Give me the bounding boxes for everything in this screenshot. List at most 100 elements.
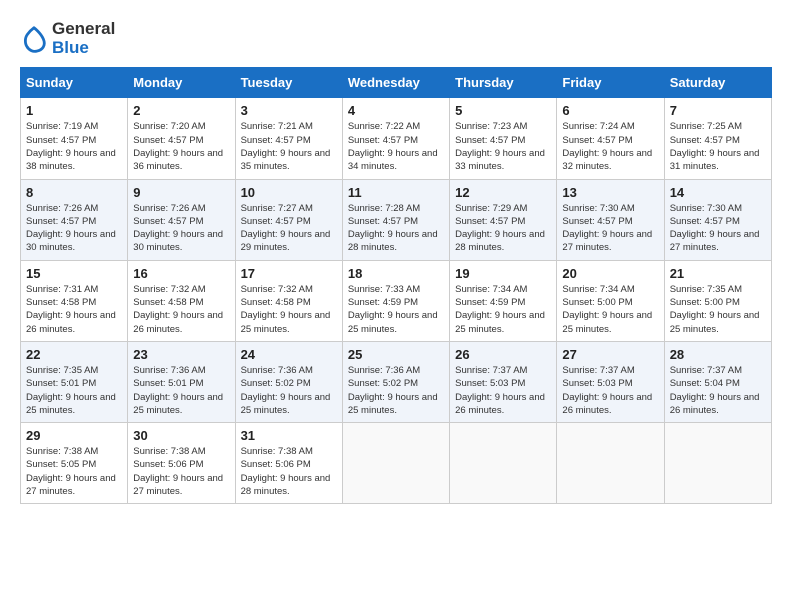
calendar-cell: 4 Sunrise: 7:22 AMSunset: 4:57 PMDayligh… [342, 98, 449, 179]
calendar-cell: 7 Sunrise: 7:25 AMSunset: 4:57 PMDayligh… [664, 98, 771, 179]
calendar-cell: 28 Sunrise: 7:37 AMSunset: 5:04 PMDaylig… [664, 341, 771, 422]
day-number: 28 [670, 347, 766, 362]
day-info: Sunrise: 7:26 AMSunset: 4:57 PMDaylight:… [26, 203, 116, 254]
calendar-header-row: SundayMondayTuesdayWednesdayThursdayFrid… [21, 68, 772, 98]
day-number: 31 [241, 428, 337, 443]
day-number: 17 [241, 266, 337, 281]
calendar-week-row: 15 Sunrise: 7:31 AMSunset: 4:58 PMDaylig… [21, 260, 772, 341]
day-info: Sunrise: 7:36 AMSunset: 5:02 PMDaylight:… [241, 365, 331, 416]
day-info: Sunrise: 7:21 AMSunset: 4:57 PMDaylight:… [241, 121, 331, 172]
calendar-cell: 5 Sunrise: 7:23 AMSunset: 4:57 PMDayligh… [450, 98, 557, 179]
day-info: Sunrise: 7:38 AMSunset: 5:05 PMDaylight:… [26, 446, 116, 497]
day-number: 11 [348, 185, 444, 200]
day-info: Sunrise: 7:34 AMSunset: 4:59 PMDaylight:… [455, 284, 545, 335]
calendar-cell [557, 423, 664, 504]
day-number: 16 [133, 266, 229, 281]
day-number: 5 [455, 103, 551, 118]
day-number: 26 [455, 347, 551, 362]
day-number: 13 [562, 185, 658, 200]
calendar-cell: 9 Sunrise: 7:26 AMSunset: 4:57 PMDayligh… [128, 179, 235, 260]
day-number: 30 [133, 428, 229, 443]
day-number: 4 [348, 103, 444, 118]
calendar-cell: 10 Sunrise: 7:27 AMSunset: 4:57 PMDaylig… [235, 179, 342, 260]
day-info: Sunrise: 7:20 AMSunset: 4:57 PMDaylight:… [133, 121, 223, 172]
calendar-header-thursday: Thursday [450, 68, 557, 98]
logo-text-line1: General [52, 20, 115, 39]
calendar-cell: 18 Sunrise: 7:33 AMSunset: 4:59 PMDaylig… [342, 260, 449, 341]
day-info: Sunrise: 7:37 AMSunset: 5:03 PMDaylight:… [455, 365, 545, 416]
calendar-body: 1 Sunrise: 7:19 AMSunset: 4:57 PMDayligh… [21, 98, 772, 504]
day-number: 21 [670, 266, 766, 281]
day-number: 10 [241, 185, 337, 200]
calendar-cell: 21 Sunrise: 7:35 AMSunset: 5:00 PMDaylig… [664, 260, 771, 341]
calendar-cell: 30 Sunrise: 7:38 AMSunset: 5:06 PMDaylig… [128, 423, 235, 504]
calendar-cell: 19 Sunrise: 7:34 AMSunset: 4:59 PMDaylig… [450, 260, 557, 341]
day-number: 14 [670, 185, 766, 200]
calendar-cell: 1 Sunrise: 7:19 AMSunset: 4:57 PMDayligh… [21, 98, 128, 179]
calendar-cell [450, 423, 557, 504]
calendar-cell: 23 Sunrise: 7:36 AMSunset: 5:01 PMDaylig… [128, 341, 235, 422]
day-number: 15 [26, 266, 122, 281]
calendar-cell: 17 Sunrise: 7:32 AMSunset: 4:58 PMDaylig… [235, 260, 342, 341]
day-info: Sunrise: 7:33 AMSunset: 4:59 PMDaylight:… [348, 284, 438, 335]
day-number: 23 [133, 347, 229, 362]
day-number: 9 [133, 185, 229, 200]
day-number: 29 [26, 428, 122, 443]
day-info: Sunrise: 7:31 AMSunset: 4:58 PMDaylight:… [26, 284, 116, 335]
day-info: Sunrise: 7:34 AMSunset: 5:00 PMDaylight:… [562, 284, 652, 335]
day-number: 12 [455, 185, 551, 200]
day-number: 22 [26, 347, 122, 362]
calendar-cell: 29 Sunrise: 7:38 AMSunset: 5:05 PMDaylig… [21, 423, 128, 504]
day-info: Sunrise: 7:32 AMSunset: 4:58 PMDaylight:… [133, 284, 223, 335]
day-info: Sunrise: 7:30 AMSunset: 4:57 PMDaylight:… [670, 203, 760, 254]
logo: General Blue [20, 20, 115, 57]
day-info: Sunrise: 7:35 AMSunset: 5:01 PMDaylight:… [26, 365, 116, 416]
calendar-cell: 31 Sunrise: 7:38 AMSunset: 5:06 PMDaylig… [235, 423, 342, 504]
calendar-cell: 6 Sunrise: 7:24 AMSunset: 4:57 PMDayligh… [557, 98, 664, 179]
day-number: 25 [348, 347, 444, 362]
day-info: Sunrise: 7:36 AMSunset: 5:01 PMDaylight:… [133, 365, 223, 416]
calendar-header-monday: Monday [128, 68, 235, 98]
calendar-header-friday: Friday [557, 68, 664, 98]
logo-icon [20, 25, 48, 53]
day-info: Sunrise: 7:35 AMSunset: 5:00 PMDaylight:… [670, 284, 760, 335]
day-info: Sunrise: 7:30 AMSunset: 4:57 PMDaylight:… [562, 203, 652, 254]
calendar-header-sunday: Sunday [21, 68, 128, 98]
day-info: Sunrise: 7:29 AMSunset: 4:57 PMDaylight:… [455, 203, 545, 254]
calendar-cell: 14 Sunrise: 7:30 AMSunset: 4:57 PMDaylig… [664, 179, 771, 260]
calendar-week-row: 29 Sunrise: 7:38 AMSunset: 5:05 PMDaylig… [21, 423, 772, 504]
calendar-cell: 3 Sunrise: 7:21 AMSunset: 4:57 PMDayligh… [235, 98, 342, 179]
calendar-table: SundayMondayTuesdayWednesdayThursdayFrid… [20, 67, 772, 504]
day-info: Sunrise: 7:37 AMSunset: 5:04 PMDaylight:… [670, 365, 760, 416]
day-info: Sunrise: 7:26 AMSunset: 4:57 PMDaylight:… [133, 203, 223, 254]
day-number: 6 [562, 103, 658, 118]
calendar-cell [342, 423, 449, 504]
calendar-cell: 16 Sunrise: 7:32 AMSunset: 4:58 PMDaylig… [128, 260, 235, 341]
day-number: 18 [348, 266, 444, 281]
logo-text-line2: Blue [52, 39, 115, 58]
day-number: 19 [455, 266, 551, 281]
day-info: Sunrise: 7:19 AMSunset: 4:57 PMDaylight:… [26, 121, 116, 172]
calendar-cell: 26 Sunrise: 7:37 AMSunset: 5:03 PMDaylig… [450, 341, 557, 422]
calendar-header-saturday: Saturday [664, 68, 771, 98]
calendar-cell: 20 Sunrise: 7:34 AMSunset: 5:00 PMDaylig… [557, 260, 664, 341]
calendar-week-row: 8 Sunrise: 7:26 AMSunset: 4:57 PMDayligh… [21, 179, 772, 260]
day-info: Sunrise: 7:32 AMSunset: 4:58 PMDaylight:… [241, 284, 331, 335]
day-number: 24 [241, 347, 337, 362]
calendar-header-wednesday: Wednesday [342, 68, 449, 98]
day-number: 1 [26, 103, 122, 118]
day-info: Sunrise: 7:38 AMSunset: 5:06 PMDaylight:… [241, 446, 331, 497]
calendar-header-tuesday: Tuesday [235, 68, 342, 98]
day-number: 27 [562, 347, 658, 362]
day-number: 20 [562, 266, 658, 281]
calendar-cell: 2 Sunrise: 7:20 AMSunset: 4:57 PMDayligh… [128, 98, 235, 179]
day-info: Sunrise: 7:27 AMSunset: 4:57 PMDaylight:… [241, 203, 331, 254]
day-info: Sunrise: 7:22 AMSunset: 4:57 PMDaylight:… [348, 121, 438, 172]
day-number: 7 [670, 103, 766, 118]
day-info: Sunrise: 7:24 AMSunset: 4:57 PMDaylight:… [562, 121, 652, 172]
calendar-cell: 24 Sunrise: 7:36 AMSunset: 5:02 PMDaylig… [235, 341, 342, 422]
calendar-cell: 27 Sunrise: 7:37 AMSunset: 5:03 PMDaylig… [557, 341, 664, 422]
day-info: Sunrise: 7:23 AMSunset: 4:57 PMDaylight:… [455, 121, 545, 172]
day-info: Sunrise: 7:37 AMSunset: 5:03 PMDaylight:… [562, 365, 652, 416]
page-header: General Blue [20, 20, 772, 57]
